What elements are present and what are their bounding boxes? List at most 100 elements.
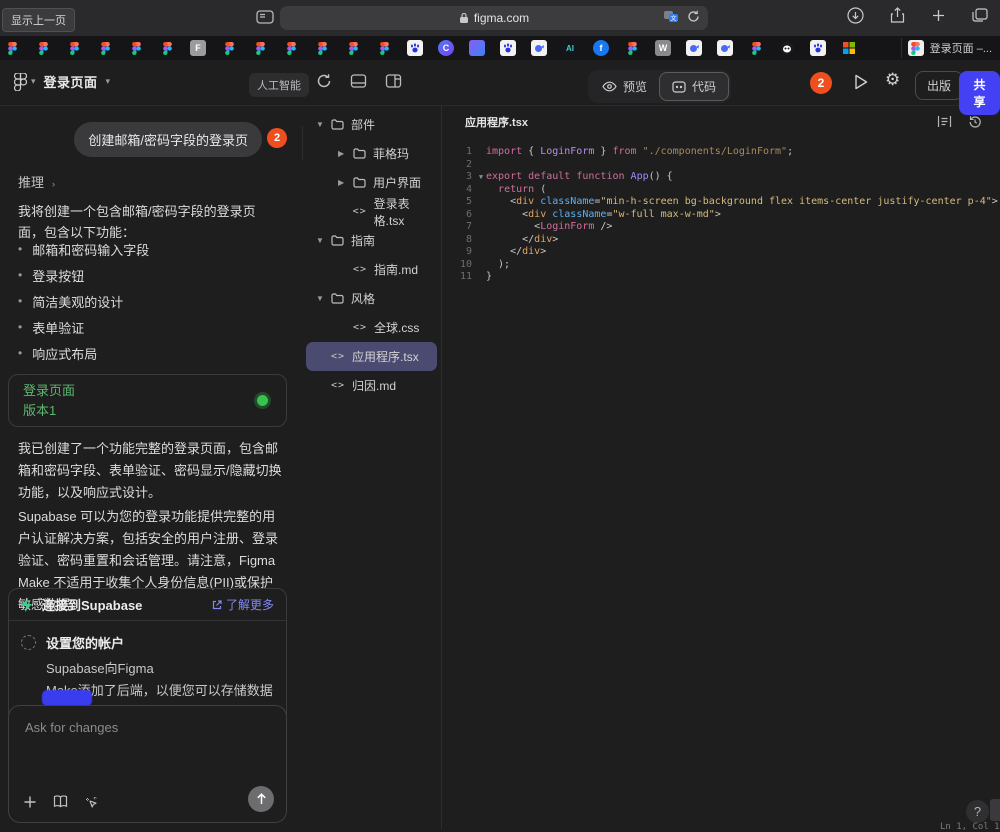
code-file-icon: <> [331, 351, 345, 362]
panda-favicon[interactable] [779, 40, 795, 56]
chevron-down-icon[interactable]: ▼ [316, 294, 324, 303]
figma-favicon[interactable] [748, 40, 764, 56]
figma-favicon[interactable] [4, 40, 20, 56]
ms-favicon[interactable] [841, 40, 857, 56]
learn-more-link[interactable]: 了解更多 [212, 596, 274, 613]
code-file-icon: <> [331, 380, 345, 391]
svg-text:文: 文 [670, 15, 676, 23]
chevron-down-icon[interactable]: ▾ [106, 76, 111, 87]
step-circle-icon [21, 635, 36, 650]
file-title[interactable]: 登录页面 [44, 72, 98, 91]
chat-input-field[interactable] [9, 706, 286, 776]
tree-item-label: 部件 [351, 116, 375, 133]
connect-button-partial[interactable] [42, 690, 92, 706]
figma-favicon[interactable] [159, 40, 175, 56]
help-button[interactable]: ? [966, 800, 989, 823]
tree-item-部件[interactable]: ▼ 部件 [306, 110, 437, 139]
figma-favicon[interactable] [97, 40, 113, 56]
tree-item-登录表格.tsx[interactable]: <>登录表格.tsx [306, 197, 437, 226]
folder-icon [353, 148, 366, 159]
feature-bullet: 响应式布局 [18, 340, 280, 366]
tree-item-菲格玛[interactable]: ▶菲格玛 [306, 139, 437, 168]
new-tab-icon[interactable] [931, 8, 946, 23]
publish-button[interactable]: 出版 [915, 71, 963, 100]
chevron-down-icon: ▾ [31, 76, 36, 87]
browser-tab[interactable]: 登录页面 –... [901, 38, 998, 58]
guidelines-book-icon[interactable] [53, 795, 68, 810]
chat-input-box[interactable] [8, 705, 287, 823]
whale-favicon[interactable] [531, 40, 547, 56]
line-number: 2 [442, 159, 476, 172]
format-code-icon[interactable] [937, 115, 952, 129]
figma-favicon[interactable] [66, 40, 82, 56]
chevron-down-icon[interactable]: ▼ [316, 120, 324, 129]
figma-favicon[interactable] [376, 40, 392, 56]
reasoning-toggle[interactable]: 推理› [18, 172, 55, 191]
figma-favicon[interactable] [128, 40, 144, 56]
code-line: 9 </div> [442, 246, 1000, 259]
tree-item-风格[interactable]: ▼风格 [306, 284, 437, 313]
baidu-favicon[interactable] [810, 40, 826, 56]
translate-icon[interactable]: 文 [663, 10, 679, 23]
chevron-right-icon[interactable]: ▶ [338, 149, 346, 158]
baidu-favicon[interactable] [500, 40, 516, 56]
chevron-down-icon[interactable]: ▼ [316, 236, 324, 245]
view-mode-switch: 预览 代码 [588, 70, 731, 103]
figma-favicon[interactable] [252, 40, 268, 56]
panel-bottom-icon[interactable] [350, 73, 367, 89]
fold-icon[interactable]: ▼ [476, 171, 486, 184]
panel-layout-icon[interactable] [385, 73, 402, 89]
chevron-right-icon[interactable]: ▶ [338, 178, 346, 187]
code-content[interactable]: 1import { LoginForm } from "./components… [442, 138, 1000, 284]
gradient-favicon[interactable] [469, 40, 485, 56]
figma-favicon[interactable] [35, 40, 51, 56]
send-button[interactable] [248, 786, 274, 812]
tree-item-归因.md[interactable]: <>归因.md [306, 371, 437, 400]
ai-cursor-icon[interactable] [84, 795, 99, 810]
whale-favicon[interactable] [686, 40, 702, 56]
history-icon[interactable] [968, 115, 982, 129]
figma-favicon[interactable] [314, 40, 330, 56]
figma-favicon[interactable] [345, 40, 361, 56]
ai-favicon[interactable]: AI [562, 40, 578, 56]
gear-icon[interactable]: ⚙ [885, 70, 900, 90]
tree-item-全球.css[interactable]: <>全球.css [306, 313, 437, 342]
f-circle-favicon[interactable]: f [593, 40, 609, 56]
figma-favicon[interactable] [624, 40, 640, 56]
ai-badge: 人工智能 [249, 73, 309, 97]
edge-tooltip-partial [990, 799, 1000, 821]
refresh-icon[interactable] [316, 73, 332, 89]
line-number: 11 [442, 271, 476, 284]
notification-badge[interactable]: 2 [810, 72, 832, 94]
plus-icon[interactable] [23, 795, 37, 810]
baidu-favicon[interactable] [407, 40, 423, 56]
download-icon[interactable] [847, 7, 864, 24]
tree-item-指南[interactable]: ▼指南 [306, 226, 437, 255]
sidebar-toggle-icon[interactable] [256, 9, 276, 25]
line-number: 4 [442, 184, 476, 197]
f-gray-favicon[interactable]: F [190, 40, 206, 56]
tree-item-应用程序.tsx[interactable]: <>应用程序.tsx [306, 342, 437, 371]
tree-item-label: 指南.md [374, 261, 418, 278]
share-icon[interactable] [890, 7, 905, 24]
url-bar[interactable]: figma.com 文 [280, 6, 708, 30]
tree-item-指南.md[interactable]: <>指南.md [306, 255, 437, 284]
w-gray-favicon[interactable]: W [655, 40, 671, 56]
version-card[interactable]: 登录页面 版本1 [8, 374, 287, 427]
play-icon[interactable] [853, 73, 869, 91]
code-line: 6 <div className="w-full max-w-md"> [442, 209, 1000, 222]
eye-icon [602, 81, 617, 92]
figma-menu-icon[interactable]: ▾ [14, 73, 36, 91]
whale-favicon[interactable] [717, 40, 733, 56]
tab-overview-icon[interactable] [972, 8, 988, 23]
figma-favicon[interactable] [283, 40, 299, 56]
figma-favicon[interactable] [221, 40, 237, 56]
preview-tab[interactable]: 预览 [590, 73, 659, 100]
reload-icon[interactable] [687, 10, 700, 23]
editor-filename: 应用程序.tsx [465, 114, 937, 130]
tree-item-用户界面[interactable]: ▶用户界面 [306, 168, 437, 197]
line-number: 1 [442, 146, 476, 159]
code-line: 11} [442, 271, 1000, 284]
c-blue-favicon[interactable]: C [438, 40, 454, 56]
code-tab[interactable]: 代码 [659, 72, 729, 101]
